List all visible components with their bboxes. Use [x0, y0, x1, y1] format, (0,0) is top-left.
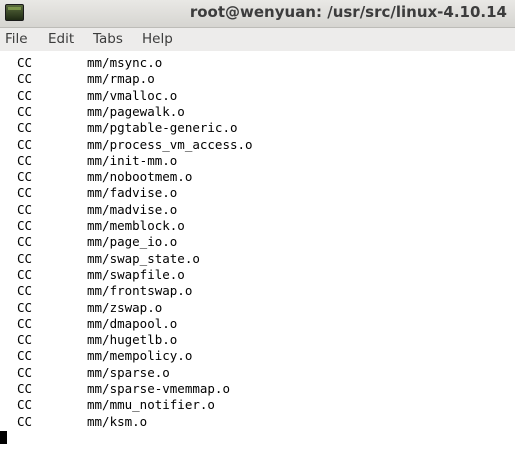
build-step-tag: CC: [17, 348, 33, 364]
build-step-tag: CC: [17, 152, 33, 168]
object-file-path: mm/frontswap.o: [87, 283, 193, 299]
object-file-path: mm/pgtable-generic.o: [87, 120, 238, 136]
build-step-tag: CC: [17, 332, 33, 348]
object-file-path: mm/madvise.o: [87, 201, 178, 217]
object-file-path: mm/dmapool.o: [87, 315, 178, 331]
build-step-tag: CC: [17, 413, 33, 429]
menu-file[interactable]: File: [5, 31, 28, 47]
build-step-tag: CC: [17, 364, 33, 380]
object-file-path: mm/sparse-vmemmap.o: [87, 381, 230, 396]
menu-tabs[interactable]: Tabs: [93, 31, 123, 47]
object-file-path: mm/pagewalk.o: [87, 103, 185, 119]
build-step-tag: CC: [17, 103, 33, 119]
build-step-tag: CC: [17, 397, 33, 413]
object-file-path: mm/nobootmem.o: [87, 169, 193, 185]
build-step-tag: CC: [17, 250, 33, 266]
object-file-path: mm/hugetlb.o: [87, 332, 178, 348]
build-step-tag: CC: [17, 136, 33, 152]
menu-bar: File Edit Tabs Help: [0, 28, 515, 51]
object-file-path: mm/sparse.o: [87, 364, 170, 380]
build-step-tag: CC: [17, 87, 33, 103]
object-file-path: mm/memblock.o: [87, 218, 185, 233]
object-file-path: mm/swap_state.o: [87, 250, 200, 266]
build-step-tag: CC: [17, 299, 33, 315]
build-step-tag: CC: [17, 218, 33, 233]
build-step-tag: CC: [17, 71, 33, 87]
build-step-tag: CC: [17, 315, 33, 331]
terminal-icon: [5, 4, 24, 21]
build-step-tag: CC: [17, 266, 33, 282]
build-step-tag: CC: [17, 169, 33, 185]
menu-edit[interactable]: Edit: [48, 31, 74, 47]
build-step-tag: CC: [17, 55, 33, 70]
object-file-path: mm/init-mm.o: [87, 152, 178, 168]
menu-help[interactable]: Help: [142, 31, 173, 47]
build-step-tag: CC: [17, 381, 33, 396]
window-title: root@wenyuan: /usr/src/linux-4.10.14: [189, 3, 507, 21]
terminal-window: root@wenyuan: /usr/src/linux-4.10.14 Fil…: [0, 0, 515, 451]
object-file-path: mm/swapfile.o: [87, 266, 185, 282]
terminal-output[interactable]: CC mm/msync.o CC mm/rmap.o CC mm/vmalloc.o CC m…: [0, 51, 515, 451]
object-file-path: mm/msync.o: [87, 55, 163, 70]
object-file-path: mm/mmu_notifier.o: [87, 397, 215, 413]
object-file-path: mm/mempolicy.o: [87, 348, 193, 364]
build-step-tag: CC: [17, 283, 33, 299]
object-file-path: mm/vmalloc.o: [87, 87, 178, 103]
build-step-tag: CC: [17, 120, 33, 136]
build-step-tag: CC: [17, 185, 33, 201]
object-file-path: mm/zswap.o: [87, 299, 163, 315]
title-bar[interactable]: root@wenyuan: /usr/src/linux-4.10.14: [0, 0, 515, 28]
object-file-path: mm/fadvise.o: [87, 185, 178, 201]
build-step-tag: CC: [17, 201, 33, 217]
build-step-tag: CC: [17, 234, 33, 250]
object-file-path: mm/ksm.o: [87, 413, 148, 429]
object-file-path: mm/rmap.o: [87, 71, 155, 87]
object-file-path: mm/process_vm_access.o: [87, 136, 253, 152]
object-file-path: mm/page_io.o: [87, 234, 178, 250]
terminal-cursor: [0, 431, 7, 444]
